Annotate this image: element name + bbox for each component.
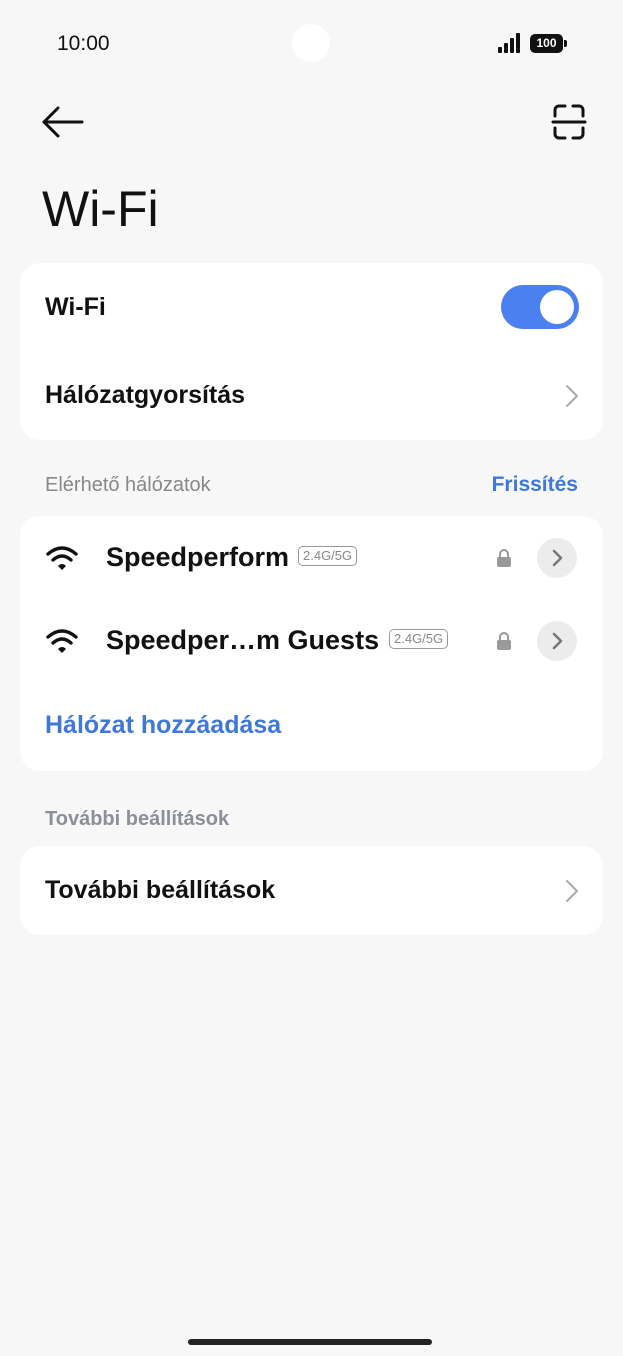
wifi-main-card: Wi-Fi Hálózatgyorsítás	[20, 263, 603, 440]
qr-scan-icon[interactable]	[545, 98, 593, 146]
network-details-button[interactable]	[537, 621, 577, 661]
wifi-settings-screen: 10:00 100 Wi-Fi Wi-Fi Hálózatgyorsítás E…	[0, 0, 623, 1356]
back-arrow-icon[interactable]	[38, 100, 90, 144]
wifi-signal-icon	[46, 629, 78, 653]
network-details-button[interactable]	[537, 538, 577, 578]
network-name: Speedper…m Guests	[106, 625, 380, 655]
chevron-right-icon	[552, 632, 563, 650]
camera-cutout	[292, 24, 330, 62]
more-settings-card: További beállítások	[20, 846, 603, 935]
toggle-knob	[540, 290, 574, 324]
chevron-right-icon	[552, 549, 563, 567]
lock-icon	[497, 549, 511, 567]
add-network-button[interactable]: Hálózat hozzáadása	[45, 711, 281, 740]
refresh-button[interactable]: Frissítés	[492, 473, 578, 497]
network-acceleration-label: Hálózatgyorsítás	[45, 381, 246, 409]
battery-icon: 100	[530, 34, 568, 53]
network-row[interactable]: Speedperform 2.4G/5G	[20, 516, 603, 600]
band-badge: 2.4G/5G	[298, 546, 358, 566]
network-row[interactable]: Speedper…m Guests 2.4G/5G	[20, 600, 603, 684]
home-indicator[interactable]	[188, 1339, 432, 1345]
more-settings-header: További beállítások	[45, 808, 230, 830]
page-title: Wi-Fi	[42, 181, 159, 237]
band-badge: 2.4G/5G	[389, 629, 449, 649]
chevron-right-icon	[566, 880, 578, 902]
status-time: 10:00	[57, 32, 110, 55]
more-settings-row[interactable]: További beállítások	[20, 846, 603, 935]
status-bar: 10:00 100	[0, 0, 623, 90]
network-acceleration-row[interactable]: Hálózatgyorsítás	[20, 351, 603, 440]
network-name: Speedperform	[106, 542, 290, 572]
add-network-row[interactable]: Hálózat hozzáadása	[20, 684, 603, 771]
wifi-signal-icon	[46, 546, 78, 570]
wifi-toggle-switch[interactable]	[501, 285, 579, 329]
battery-level: 100	[530, 34, 563, 53]
signal-icon	[498, 33, 520, 53]
wifi-toggle-row[interactable]: Wi-Fi	[20, 263, 603, 351]
chevron-right-icon	[566, 385, 578, 407]
available-networks-header: Elérhető hálózatok	[45, 474, 211, 496]
lock-icon	[497, 632, 511, 650]
wifi-toggle-label: Wi-Fi	[45, 293, 106, 321]
available-networks-card: Speedperform 2.4G/5G Speedper…m Guests 2…	[20, 516, 603, 771]
more-settings-label: További beállítások	[45, 876, 276, 904]
